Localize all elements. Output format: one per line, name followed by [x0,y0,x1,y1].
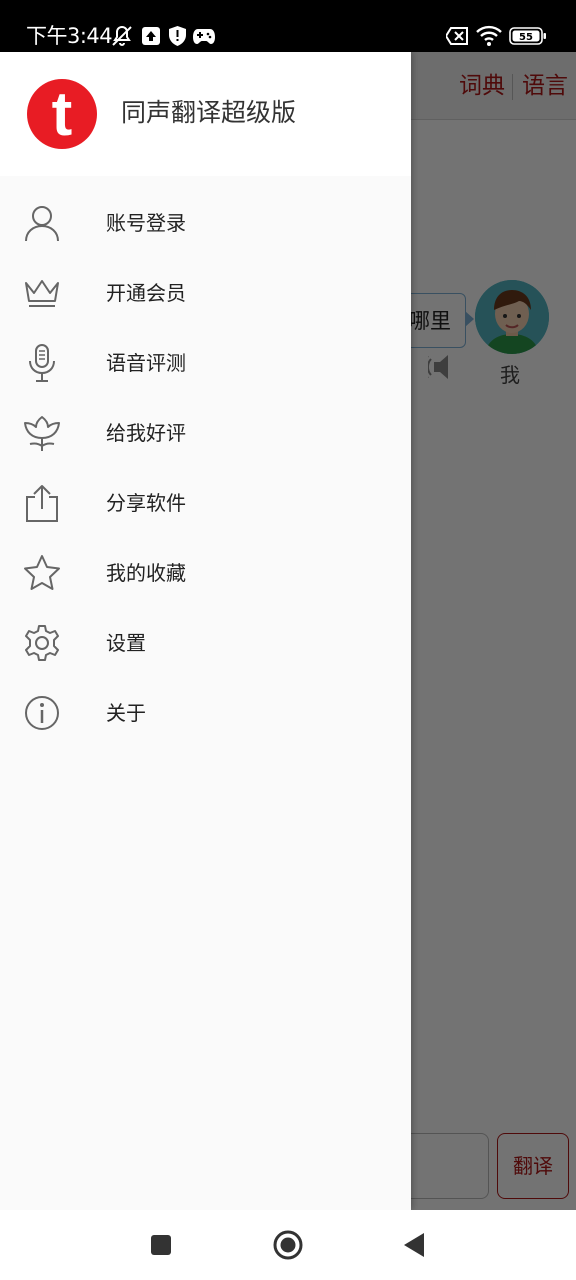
menu-item-label: 分享软件 [106,491,186,515]
app-logo: t [27,79,97,149]
menu-item-label: 账号登录 [106,211,186,235]
menu-item-label: 设置 [106,631,146,655]
menu-item-voice-evaluation[interactable]: 语音评测 [0,328,411,398]
back-button[interactable] [397,1228,431,1262]
menu-item-settings[interactable]: 设置 [0,608,411,678]
microphone-icon [22,343,62,383]
wifi-icon [476,22,502,50]
menu-item-rate-us[interactable]: 给我好评 [0,398,411,468]
upload-icon [142,22,160,50]
status-bar: 下午3:44 55 [0,0,576,52]
menu-item-membership[interactable]: 开通会员 [0,258,411,328]
flower-icon [22,413,62,453]
system-nav-bar [0,1210,576,1280]
battery-level: 55 [519,32,533,43]
app-logo-letter: t [52,80,73,149]
drawer-header: t 同声翻译超级版 [0,52,411,176]
notifications-off-icon [110,22,134,50]
menu-item-account-login[interactable]: 账号登录 [0,188,411,258]
recents-button[interactable] [144,1228,178,1262]
menu-item-label: 开通会员 [106,281,186,305]
user-icon [22,203,62,243]
crown-icon [22,273,62,313]
menu-item-share-app[interactable]: 分享软件 [0,468,411,538]
menu-item-label: 语音评测 [106,351,186,375]
home-button[interactable] [271,1228,305,1262]
menu-item-label: 给我好评 [106,421,186,445]
share-icon [22,483,62,523]
menu-item-favorites[interactable]: 我的收藏 [0,538,411,608]
shield-icon [169,22,186,50]
sim-off-icon [446,22,468,50]
battery-icon: 55 [509,22,547,50]
menu-item-label: 我的收藏 [106,561,186,585]
gear-icon [22,623,62,663]
status-time: 下午3:44 [26,24,113,48]
info-icon [22,693,62,733]
star-icon [22,553,62,593]
navigation-drawer: t 同声翻译超级版 账号登录 开通会员 语音评测 给我好评 分享软件 我的收藏 … [0,52,411,1210]
gamepad-icon [193,22,215,50]
menu-item-about[interactable]: 关于 [0,678,411,748]
app-name: 同声翻译超级版 [121,98,297,127]
menu-item-label: 关于 [106,701,146,725]
